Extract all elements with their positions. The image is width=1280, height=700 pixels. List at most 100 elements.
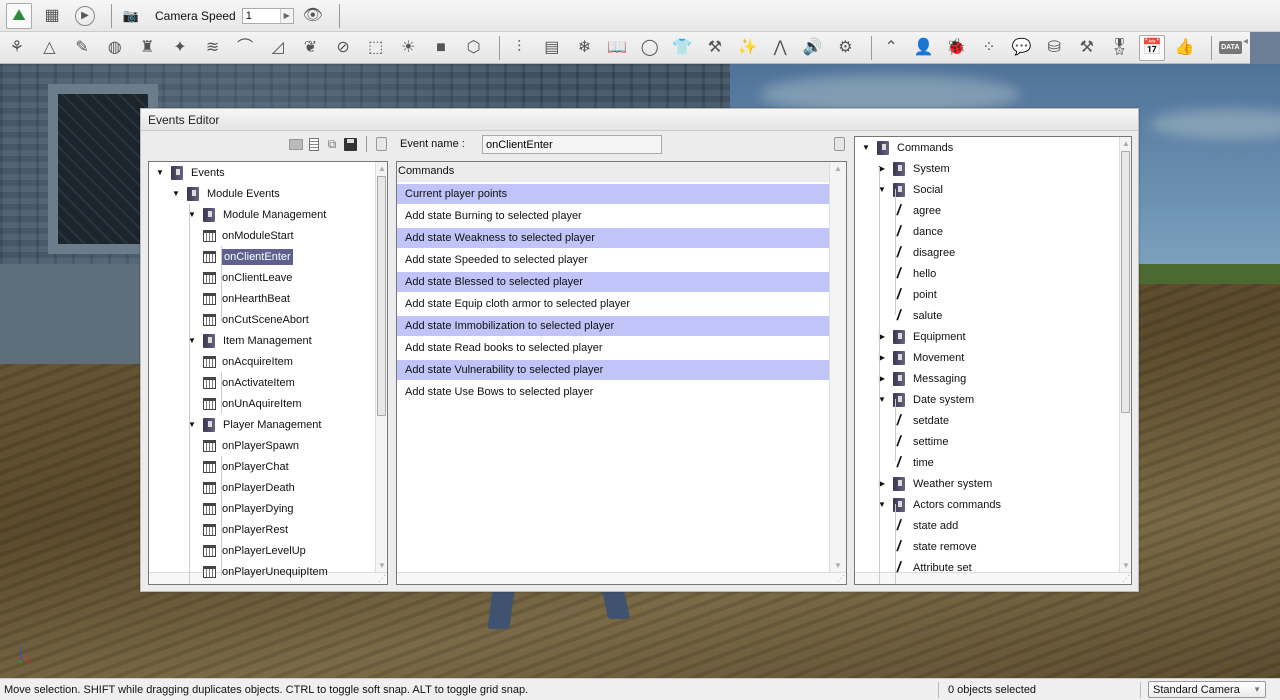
camera-mode-select[interactable]: Standard Camera ▼ <box>1148 681 1266 698</box>
expanded-arrow-icon[interactable]: ▼ <box>171 189 181 198</box>
speech-bubble-button[interactable]: 💬 <box>1009 35 1035 61</box>
resize-grip-icon[interactable]: ⋰ <box>378 574 386 583</box>
tree-item[interactable]: / setdate <box>893 410 949 431</box>
scroll-down-arrow-icon[interactable]: ▼ <box>834 561 842 570</box>
scroll-thumb[interactable] <box>377 176 386 416</box>
new-button[interactable] <box>306 136 322 152</box>
toolbar-collapse-handle[interactable]: ◂ <box>1243 36 1251 60</box>
command-row[interactable]: Add state Weakness to selected player <box>397 228 829 248</box>
increment-arrow-icon[interactable]: ▶ <box>279 8 293 23</box>
sliders-button[interactable]: ⫶ <box>506 35 532 61</box>
tree-item[interactable]: / time <box>893 452 933 473</box>
leaf-button[interactable]: ❦ <box>298 35 324 61</box>
camera-button[interactable]: 📷 <box>118 3 144 29</box>
layout-button[interactable]: ▦ <box>39 3 65 29</box>
tree-item[interactable]: ▼ Social <box>877 179 943 200</box>
tree-item[interactable]: onPlayerSpawn <box>203 435 299 456</box>
trees-button[interactable]: ⚘ <box>4 35 30 61</box>
gears-button[interactable]: ⚙ <box>833 35 859 61</box>
events-tree[interactable]: ▲ ▼ ⋰ ▼ Events ▼ Module Events ▼ Module Manag… <box>148 161 388 585</box>
resize-grip-icon[interactable]: ⋰ <box>1122 574 1130 583</box>
scroll-down-arrow-icon[interactable]: ▼ <box>1122 561 1130 570</box>
tree-item[interactable]: / point <box>893 284 936 305</box>
waveform-button[interactable]: ⋀ <box>767 35 793 61</box>
magic-wand-button[interactable]: ✨ <box>735 35 761 61</box>
tree-item[interactable]: ▼ Commands <box>861 137 953 158</box>
tree-item[interactable]: onAcquireItem <box>203 351 293 372</box>
tree-item[interactable]: ▶ Movement <box>877 347 964 368</box>
tree-item[interactable]: onCutSceneAbort <box>203 309 309 330</box>
commands-list[interactable]: Commands ▲ ▼ ⋰ Current player points Add … <box>396 161 847 585</box>
sun-button[interactable]: ☀ <box>396 35 422 61</box>
scroll-down-arrow-icon[interactable]: ▼ <box>378 561 386 570</box>
tree-item[interactable]: onPlayerChat <box>203 456 289 477</box>
tree-item[interactable]: ▼ Module Management <box>187 204 326 225</box>
ramp-button[interactable]: ⌒ <box>232 35 258 61</box>
thumbs-up-button[interactable]: 👍 <box>1172 35 1198 61</box>
command-row[interactable]: Add state Immobilization to selected pla… <box>397 316 829 336</box>
tree-item[interactable]: ▼ Date system <box>877 389 974 410</box>
expanded-arrow-icon[interactable]: ▼ <box>861 143 871 152</box>
tree-item[interactable]: ▶ System <box>877 158 950 179</box>
bug-button[interactable]: 🐞 <box>943 35 969 61</box>
delete-button[interactable] <box>373 136 389 152</box>
tree-item[interactable]: / agree <box>893 200 941 221</box>
cube-button[interactable]: ■ <box>428 35 454 61</box>
command-row[interactable]: Add state Use Bows to selected player <box>397 382 829 402</box>
award-button[interactable]: 🎖 <box>1107 35 1133 61</box>
tree-item[interactable]: onClientEnter <box>203 246 293 267</box>
wire-cube-button[interactable]: ⬡ <box>461 35 487 61</box>
tree-item[interactable]: ▼ Events <box>155 162 225 183</box>
tree-item[interactable]: / state remove <box>893 536 976 557</box>
commands-list-scrollbar[interactable]: ▲ ▼ <box>829 162 846 572</box>
tree-item[interactable]: onModuleStart <box>203 225 294 246</box>
command-row[interactable]: Current player points <box>397 184 829 204</box>
command-row[interactable]: Add state Burning to selected player <box>397 206 829 226</box>
tree-item[interactable]: onPlayerDeath <box>203 477 295 498</box>
command-row[interactable]: Add state Speeded to selected player <box>397 250 829 270</box>
table-button[interactable]: ▤ <box>539 35 565 61</box>
tree-item[interactable]: ▼ Item Management <box>187 330 312 351</box>
tree-item[interactable]: ▶ Weather system <box>877 473 992 494</box>
tree-item[interactable]: onActivateItem <box>203 372 295 393</box>
scroll-thumb[interactable] <box>1121 151 1130 413</box>
command-row[interactable]: Add state Vulnerability to selected play… <box>397 360 829 380</box>
camera-speed-input[interactable]: 1 ▶ <box>241 7 294 24</box>
tree-item[interactable]: / dance <box>893 221 943 242</box>
scroll-up-arrow-icon[interactable]: ▲ <box>834 164 842 173</box>
tree-item[interactable]: onPlayerLevelUp <box>203 540 306 561</box>
command-row[interactable]: Add state Equip cloth armor to selected … <box>397 294 829 314</box>
tree-item[interactable]: onPlayerRest <box>203 519 288 540</box>
snowflake-button[interactable]: ❄ <box>572 35 598 61</box>
resize-grip-icon[interactable]: ⋰ <box>837 574 845 583</box>
nodes-button[interactable]: ⁘ <box>976 35 1002 61</box>
book-button[interactable]: 📖 <box>604 35 630 61</box>
delete-command-button[interactable] <box>831 136 847 152</box>
events-tree-scrollbar[interactable]: ▲ ▼ <box>375 162 387 572</box>
shirt-button[interactable]: 👕 <box>669 35 695 61</box>
tree-item[interactable]: ▼ Player Management <box>187 414 321 435</box>
visibility-button[interactable]: 👁 <box>300 3 326 29</box>
scroll-up-arrow-icon[interactable]: ▲ <box>378 164 386 173</box>
selection-box-button[interactable]: ⬚ <box>363 35 389 61</box>
play-button[interactable]: ▶ <box>72 3 98 29</box>
open-folder-button[interactable] <box>288 136 304 152</box>
terrain-editor-button[interactable]: ⛰ <box>6 2 32 29</box>
coins-button[interactable]: ⛁ <box>1041 35 1067 61</box>
anvil-button[interactable]: ⚒ <box>1074 35 1100 61</box>
tree-item[interactable]: ▶ Messaging <box>877 368 966 389</box>
tree-item[interactable]: / state add <box>893 515 958 536</box>
scroll-up-arrow-icon[interactable]: ▲ <box>1122 139 1130 148</box>
tree-item[interactable]: / Attribute set <box>893 557 971 578</box>
tree-item[interactable]: onUnAquireItem <box>203 393 302 414</box>
horizontal-scrollbar[interactable] <box>397 572 846 584</box>
tree-item[interactable]: / salute <box>893 305 942 326</box>
commands-tree-scrollbar[interactable]: ▲ ▼ <box>1119 137 1131 572</box>
flag-button[interactable]: ⌃ <box>878 35 904 61</box>
copy-button[interactable]: ⧉ <box>324 136 340 152</box>
expanded-arrow-icon[interactable]: ▼ <box>155 168 165 177</box>
ring-button[interactable]: ◯ <box>637 35 663 61</box>
axe-button[interactable]: ⚒ <box>702 35 728 61</box>
mountains-button[interactable]: △ <box>37 35 63 61</box>
command-row[interactable]: Add state Read books to selected player <box>397 338 829 358</box>
